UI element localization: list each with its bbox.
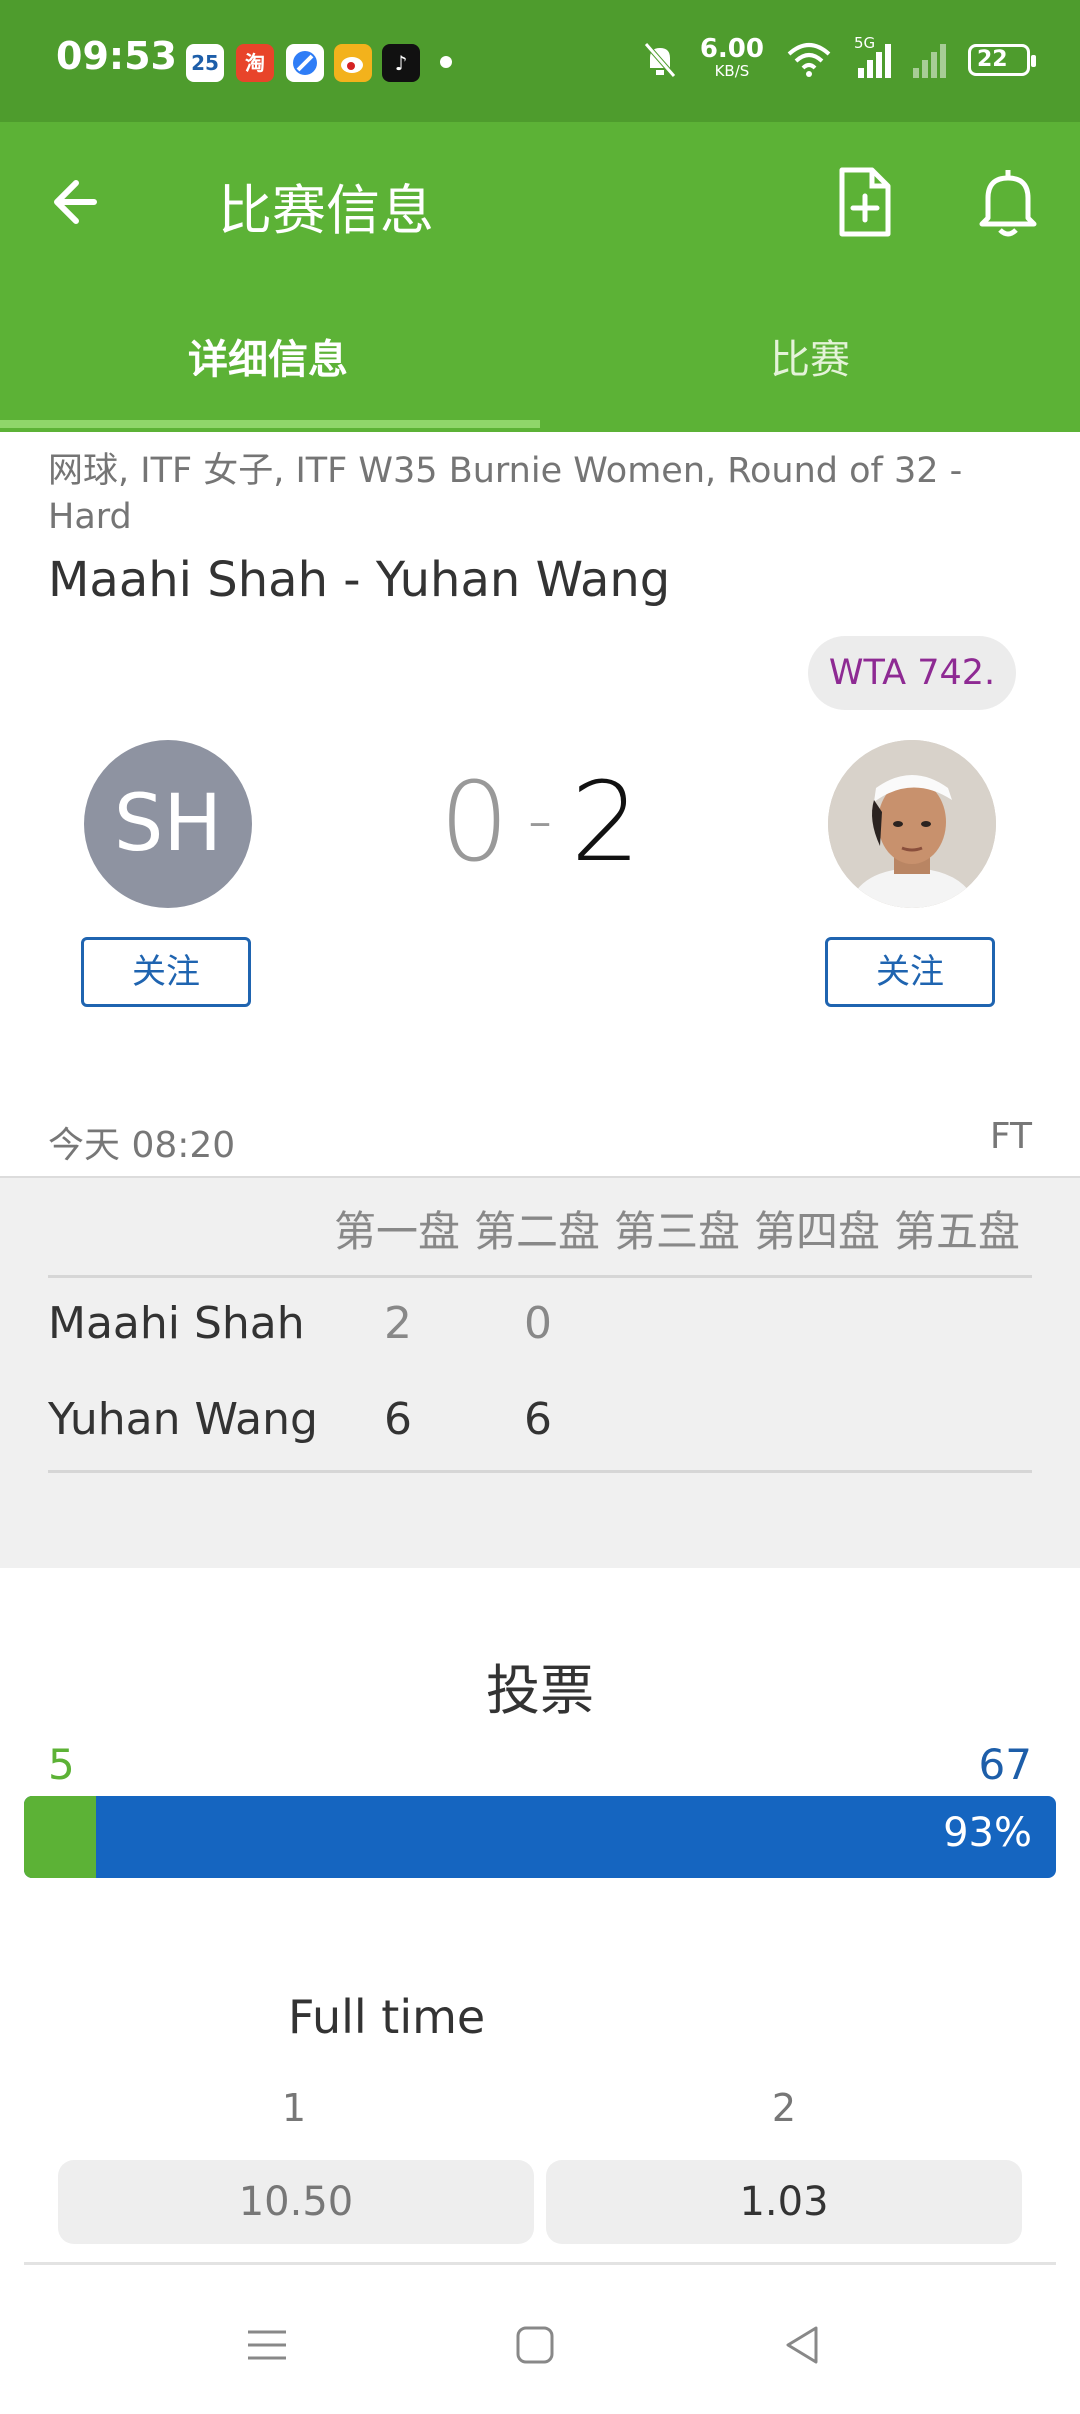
file-plus-icon	[839, 167, 891, 237]
player2-name: Yuhan Wang	[48, 1394, 318, 1445]
vote-right-percent: 93%	[943, 1810, 1032, 1856]
follow-player1-button[interactable]: 关注	[81, 937, 251, 1007]
player1-set2-score: 0	[524, 1298, 552, 1349]
cell-signal-2-icon	[913, 42, 946, 78]
tab-match[interactable]: 比赛	[770, 327, 850, 385]
mute-icon	[643, 42, 676, 78]
system-back-button[interactable]	[768, 2310, 838, 2380]
tab-indicator	[0, 420, 540, 428]
status-time: 09:53	[56, 34, 177, 78]
odds-away-button[interactable]: 1.03	[546, 2160, 1022, 2244]
notification-button[interactable]	[972, 164, 1044, 244]
vote-right-count: 67	[978, 1740, 1032, 1789]
home-button[interactable]	[500, 2310, 570, 2380]
back-button[interactable]	[44, 167, 124, 247]
taobao-icon: 淘	[236, 44, 274, 82]
browser-icon	[286, 44, 324, 82]
odds-home-button[interactable]: 10.50	[58, 2160, 534, 2244]
system-nav-bar	[0, 2270, 1080, 2414]
home-square-icon	[516, 2326, 554, 2364]
odds-title: Full time	[288, 1990, 486, 2044]
match-score: 0-2	[430, 758, 650, 886]
set-header: 第四盘	[754, 1207, 881, 1256]
match-start-time: 今天 08:20	[48, 1125, 236, 1166]
set-header: 第一盘	[334, 1207, 461, 1256]
wifi-icon	[787, 43, 831, 77]
menu-button[interactable]	[232, 2310, 302, 2380]
status-bar: 09:53 25 淘 ♪ 6.00 KB/S 5G 22	[0, 0, 1080, 122]
tab-details[interactable]: 详细信息	[188, 327, 348, 385]
bell-icon	[979, 170, 1037, 237]
weibo-icon	[334, 44, 372, 82]
back-triangle-icon	[786, 2326, 818, 2364]
tiktok-icon: ♪	[382, 44, 420, 82]
match-status: FT	[989, 1116, 1032, 1157]
player2-set1-score: 6	[384, 1394, 412, 1445]
match-title: Maahi Shah - Yuhan Wang	[48, 552, 671, 608]
divider	[48, 1470, 1032, 1473]
app-bar: 比赛信息	[0, 122, 1080, 272]
set-header: 第三盘	[614, 1207, 741, 1256]
arrow-left-icon	[54, 180, 97, 224]
player2-set2-score: 6	[524, 1394, 552, 1445]
calendar-icon: 25	[186, 44, 224, 82]
score-away: 2	[570, 758, 641, 886]
odds-label-home: 1	[281, 2086, 307, 2130]
ranking-badge[interactable]: WTA 742.	[808, 636, 1016, 710]
battery-icon: 22	[968, 44, 1036, 76]
add-file-button[interactable]	[830, 164, 900, 244]
set-header: 第二盘	[474, 1207, 601, 1256]
vote-title: 投票	[486, 1659, 594, 1722]
match-meta: 网球, ITF 女子, ITF W35 Burnie Women, Round …	[48, 451, 963, 537]
player1-avatar[interactable]: SH	[84, 740, 252, 908]
menu-icon	[248, 2330, 286, 2360]
network-speed: 6.00 KB/S	[699, 34, 764, 80]
vote-bar-left-fill[interactable]	[24, 1796, 97, 1878]
player1-set1-score: 2	[384, 1298, 412, 1349]
page-title: 比赛信息	[218, 179, 434, 242]
score-home: 0	[439, 758, 510, 886]
tab-bar: 详细信息 比赛	[0, 272, 1080, 432]
vote-left-count: 5	[48, 1740, 75, 1789]
set-header: 第五盘	[894, 1207, 1021, 1256]
cell-signal-icon: 5G	[854, 34, 891, 78]
player2-avatar[interactable]	[828, 740, 996, 908]
vote-bar[interactable]: 93%	[24, 1796, 1056, 1878]
divider	[48, 1275, 1032, 1278]
player1-name: Maahi Shah	[48, 1298, 305, 1349]
score-separator: -	[527, 779, 553, 861]
odds-label-away: 2	[771, 2086, 797, 2130]
divider	[24, 2262, 1056, 2265]
set-score-table: 第一盘 第二盘 第三盘 第四盘 第五盘 Maahi Shah 2 0 Yuhan…	[0, 1176, 1080, 1568]
notification-dot	[440, 56, 452, 68]
follow-player2-button[interactable]: 关注	[825, 937, 995, 1007]
